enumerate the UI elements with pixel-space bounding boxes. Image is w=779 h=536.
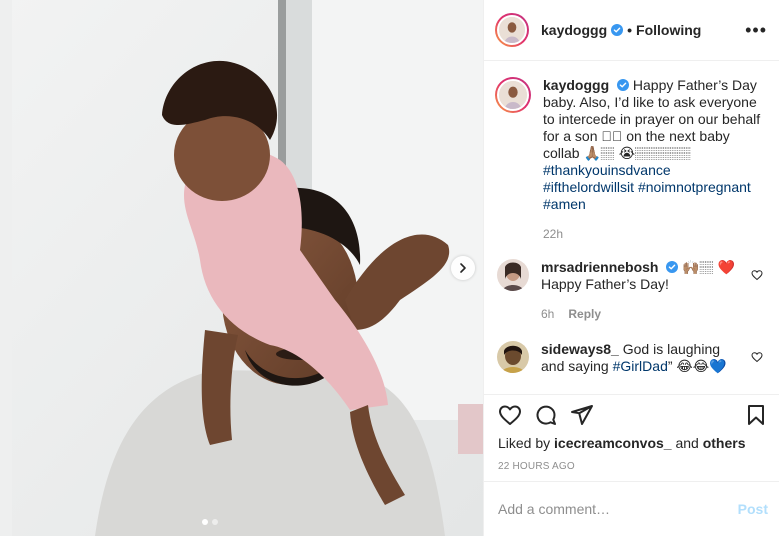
- post-button[interactable]: Post: [738, 501, 768, 517]
- action-bar: [484, 394, 779, 435]
- caption-avatar[interactable]: [495, 77, 531, 113]
- comment-item: sideways8_ God is laughing and saying #G…: [495, 341, 763, 375]
- heart-icon[interactable]: [751, 351, 763, 363]
- following-button[interactable]: Following: [636, 22, 701, 38]
- hashtag-link[interactable]: #ifthelordwillsit: [543, 179, 634, 195]
- instagram-post: kaydoggg • Following ••• kaydoggg Happy …: [0, 0, 779, 536]
- comment-item: mrsadriennebosh 🙌🏽🏽 ❤️ Happy Father’s Da…: [495, 259, 763, 323]
- heart-icon[interactable]: [498, 403, 522, 427]
- verified-icon: [666, 261, 679, 273]
- commenter-avatar[interactable]: [497, 341, 529, 373]
- next-arrow-button[interactable]: [451, 256, 475, 280]
- heart-icon[interactable]: [751, 269, 763, 281]
- liked-by-middle: and: [671, 435, 703, 451]
- hashtag-link[interactable]: #thankyouinsdvance: [543, 162, 671, 178]
- comment-username[interactable]: sideways8_: [541, 341, 619, 357]
- more-icon[interactable]: •••: [745, 21, 767, 39]
- add-comment-bar: Post: [484, 481, 779, 536]
- post-media[interactable]: [0, 0, 483, 536]
- comment-text: Happy Father’s Day!: [541, 276, 669, 292]
- post-timestamp[interactable]: 22 HOURS AGO: [484, 455, 779, 481]
- comment-emojis: 🙌🏽🏽 ❤️: [682, 259, 736, 275]
- author-avatar[interactable]: [495, 13, 529, 47]
- post-photo: [0, 0, 483, 536]
- carousel-dots: [202, 519, 218, 525]
- comment-input[interactable]: [498, 501, 738, 517]
- caption: kaydoggg Happy Father’s Day baby. Also, …: [495, 77, 763, 243]
- save-icon[interactable]: [744, 403, 768, 427]
- carousel-dot-active: [202, 519, 208, 525]
- comment-meta: 6h Reply: [541, 306, 741, 323]
- carousel-dot: [212, 519, 218, 525]
- comment-icon[interactable]: [534, 403, 558, 427]
- liked-by-user[interactable]: icecreamconvos_: [554, 435, 672, 451]
- comments-section[interactable]: kaydoggg Happy Father’s Day baby. Also, …: [484, 61, 779, 394]
- caption-meta: 22h: [543, 226, 761, 243]
- comment-time[interactable]: 6h: [541, 306, 554, 323]
- author-username[interactable]: kaydoggg: [541, 22, 607, 38]
- post-header: kaydoggg • Following •••: [484, 0, 779, 61]
- hashtag-link[interactable]: #amen: [543, 196, 586, 212]
- comment-text-end: ” 😂😂💙: [667, 358, 727, 374]
- verified-icon: [617, 79, 630, 91]
- liked-by: Liked by icecreamconvos_ and others: [484, 435, 779, 455]
- caption-time[interactable]: 22h: [543, 226, 563, 243]
- post-panel: kaydoggg • Following ••• kaydoggg Happy …: [483, 0, 779, 536]
- hashtag-link[interactable]: #GirlDad: [613, 358, 668, 374]
- caption-username[interactable]: kaydoggg: [543, 77, 609, 93]
- hashtag-link[interactable]: #noimnotpregnant: [638, 179, 751, 195]
- liked-by-others[interactable]: others: [703, 435, 746, 451]
- comment-username[interactable]: mrsadriennebosh: [541, 259, 658, 275]
- share-icon[interactable]: [570, 403, 594, 427]
- liked-by-prefix: Liked by: [498, 435, 555, 451]
- commenter-avatar[interactable]: [497, 259, 529, 291]
- follow-separator: •: [627, 22, 633, 38]
- reply-button[interactable]: Reply: [568, 306, 601, 323]
- verified-icon: [611, 24, 624, 36]
- next-arrow-icon: [460, 263, 466, 273]
